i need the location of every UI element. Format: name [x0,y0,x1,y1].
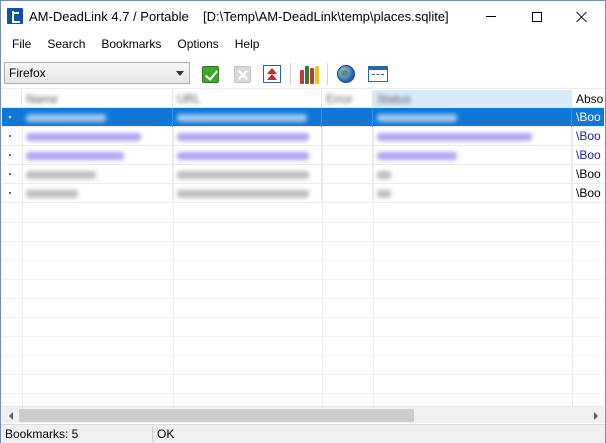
cell-url [173,146,322,165]
chevron-down-icon [176,71,184,76]
row-marker [9,192,11,194]
cell-error [322,165,373,184]
menu-search[interactable]: Search [41,34,91,55]
scroll-thumb[interactable] [19,409,414,422]
cell-name [22,127,173,146]
col-head-status[interactable]: Status [373,90,572,108]
cell-status [373,184,572,203]
grid-line [2,317,604,318]
books-icon [299,64,321,84]
bookmarks-grid[interactable]: Name URL Error Status Absol \Boo \Boo \B… [2,90,604,406]
check-links-button[interactable] [198,62,222,86]
close-icon [576,11,588,23]
title-bar[interactable]: AM-DeadLink 4.7 / Portable [D:\Temp\AM-D… [1,1,605,32]
table-row[interactable]: \Boo [2,146,604,165]
cell-url [173,127,322,146]
menu-file[interactable]: File [6,34,37,55]
menu-help[interactable]: Help [229,34,266,55]
scroll-right-button[interactable] [587,407,604,424]
menu-bar: File Search Bookmarks Options Help [1,34,605,55]
app-title: AM-DeadLink 4.7 / Portable [29,9,189,24]
cell-url [173,184,322,203]
scroll-left-button[interactable] [2,407,19,424]
arrow-left-icon [8,411,13,420]
file-path: [D:\Temp\AM-DeadLink\temp\places.sqlite] [203,9,449,24]
globe-icon [337,65,355,83]
cell-error [322,127,373,146]
menu-bookmarks[interactable]: Bookmarks [95,34,167,55]
minimize-button[interactable] [468,1,514,32]
row-marker [9,116,11,118]
browser-select-value: Firefox [9,66,46,80]
toolbar: Firefox [1,59,605,89]
check-icon [201,65,219,83]
grid-line [2,222,604,223]
cell-absolute: \Boo [572,184,604,203]
app-logo-icon [7,8,23,24]
window-view-button[interactable] [366,62,390,86]
cell-absolute: \Boo [572,146,604,165]
table-row[interactable]: \Boo [2,165,604,184]
row-marker [9,135,11,137]
row-marker [9,173,11,175]
cell-name [22,108,173,127]
cell-status [373,127,572,146]
cell-status [373,146,572,165]
col-head-url[interactable]: URL [173,90,322,108]
cell-error [322,146,373,165]
minimize-icon [486,16,496,17]
status-state: OK [157,427,175,441]
horizontal-scrollbar[interactable] [2,406,604,423]
col-head-marker[interactable] [2,90,22,108]
cell-error [322,108,373,127]
grid-header: Name URL Error Status Absol [2,90,604,108]
table-row[interactable]: \Boo [2,184,604,203]
app-window: AM-DeadLink 4.7 / Portable [D:\Temp\AM-D… [0,0,606,443]
cell-name [22,165,173,184]
menu-options[interactable]: Options [171,34,224,55]
move-top-icon [263,65,281,83]
cell-name [22,184,173,203]
cell-url [173,108,322,127]
grid-line [2,241,604,242]
delete-button[interactable] [230,62,254,86]
row-marker [9,154,11,156]
grid-line [2,260,604,261]
bookmarks-button[interactable] [298,62,322,86]
grid-line [2,374,604,375]
cell-absolute: \Boo [572,127,604,146]
window-icon [368,66,388,82]
open-browser-button[interactable] [334,62,358,86]
col-head-name[interactable]: Name [22,90,173,108]
col-head-error[interactable]: Error [322,90,373,108]
cell-name [22,146,173,165]
cell-status [373,165,572,184]
toolbar-separator [290,63,291,85]
grid-line [2,298,604,299]
move-top-button[interactable] [260,62,284,86]
grid-line [2,279,604,280]
delete-icon [233,65,251,83]
table-row[interactable]: \Boo [2,127,604,146]
status-bar: Bookmarks: 5 OK [1,424,605,443]
close-button[interactable] [559,1,605,32]
maximize-icon [532,11,542,22]
cell-status [373,108,572,127]
cell-error [322,184,373,203]
status-bookmarks-count: Bookmarks: 5 [5,427,79,441]
table-row[interactable]: \Boo [2,108,604,127]
grid-line [2,393,604,394]
browser-select[interactable]: Firefox [4,62,190,84]
col-head-absolute[interactable]: Absol [572,90,604,108]
cell-absolute: \Boo [572,108,604,127]
toolbar-separator [327,63,328,85]
arrow-right-icon [593,411,598,420]
cell-url [173,165,322,184]
grid-line [2,336,604,337]
maximize-button[interactable] [514,1,560,32]
cell-absolute: \Boo [572,165,604,184]
grid-line [2,355,604,356]
